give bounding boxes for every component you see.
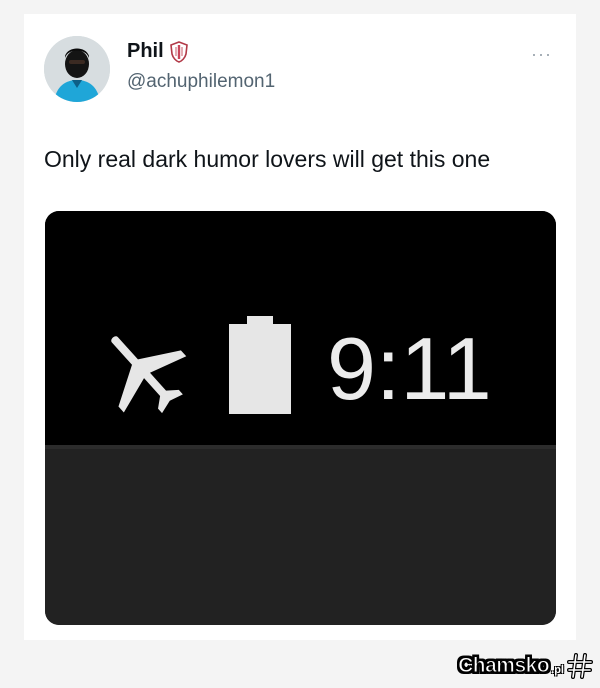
author-name-row: Phil [127, 40, 188, 63]
battery-icon [229, 316, 291, 414]
profile-avatar-icon [44, 36, 110, 102]
watermark-text: Chamsko [458, 654, 551, 678]
author-handle[interactable]: @achuphilemon1 [127, 71, 275, 93]
tweet-card: Phil @achuphilemon1 ··· Only real dark h… [24, 14, 576, 640]
more-options-button[interactable]: ··· [531, 44, 552, 65]
hash-logo-icon [567, 653, 593, 679]
status-bar-clock: 9:11 [327, 319, 492, 418]
phone-screen-lower-panel [45, 449, 556, 625]
watermark-suffix: .pl [551, 664, 564, 676]
tweet-media-image[interactable]: 9:11 [45, 211, 556, 625]
tweet-text: Only real dark humor lovers will get thi… [44, 146, 491, 172]
avatar[interactable] [44, 36, 110, 102]
airplane-mode-icon [111, 336, 187, 414]
shield-badge-icon [169, 40, 188, 63]
site-watermark: Chamsko .pl [458, 652, 594, 680]
author-display-name[interactable]: Phil [127, 40, 164, 63]
